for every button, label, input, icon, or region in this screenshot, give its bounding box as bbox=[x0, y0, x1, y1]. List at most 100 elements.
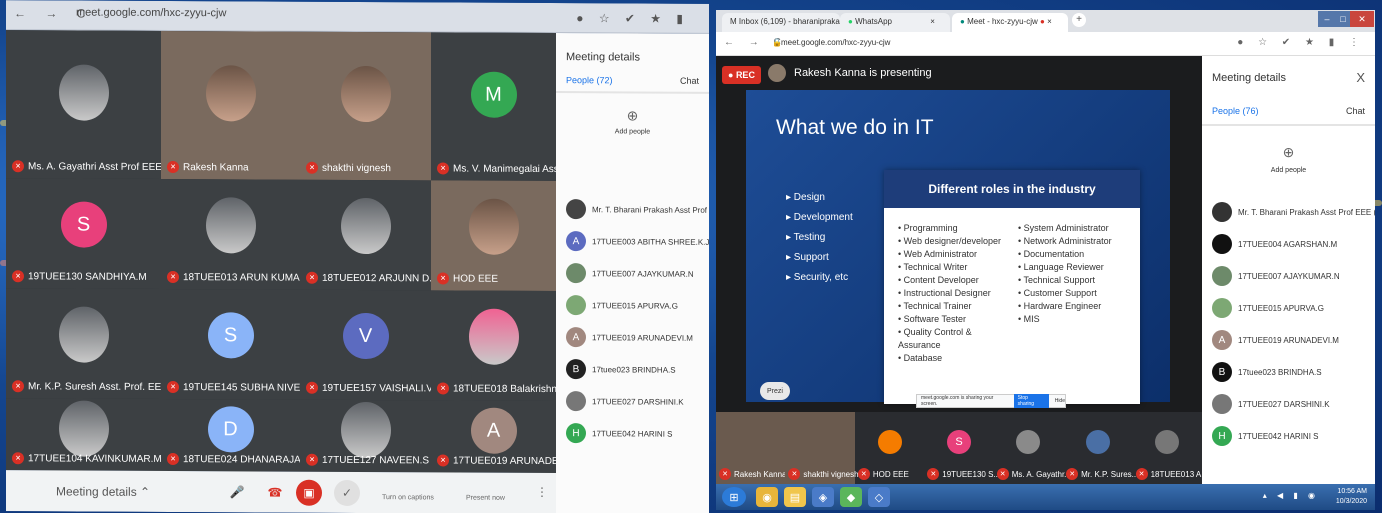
tab-whatsapp[interactable]: ● WhatsApp × bbox=[840, 13, 950, 32]
tab-meet[interactable]: ● Meet - hxc-zyyu-cjw ● × bbox=[952, 13, 1068, 32]
maximize-button[interactable]: □ bbox=[1336, 11, 1350, 27]
screen-share-notice: meet.google.com is sharing your screen. … bbox=[916, 394, 1066, 408]
list-item[interactable]: 17TUEE015 APURVA.G bbox=[556, 289, 709, 322]
chrome-icon[interactable]: ◉ bbox=[756, 487, 778, 507]
participant-tile: ✕ HOD EEE bbox=[855, 412, 924, 484]
participant-name: 17TUEE007 AJAYKUMAR.N bbox=[592, 268, 694, 279]
tab-people[interactable]: People (76) bbox=[1212, 106, 1259, 116]
avatar: D bbox=[207, 406, 254, 453]
list-item[interactable]: 17TUEE015 APURVA.G bbox=[1202, 292, 1375, 324]
add-people-button[interactable]: ⊕ Add people bbox=[1202, 144, 1375, 174]
present-now-button[interactable]: Present now bbox=[466, 495, 505, 502]
list-item[interactable]: 17TUEE004 AGARSHAN.M bbox=[1202, 228, 1375, 260]
captions-button[interactable]: Turn on captions bbox=[382, 494, 434, 501]
participant-tile: ✕ Rakesh Kanna bbox=[161, 30, 300, 180]
system-tray-icons[interactable]: ▴ ◀ ▮ ◉ bbox=[1263, 491, 1319, 500]
extensions-icon[interactable]: ● ☆ ✔ ★ ▮ ⋮ bbox=[1237, 37, 1365, 48]
list-item: Programming bbox=[898, 222, 1016, 235]
minimize-button[interactable]: – bbox=[1318, 11, 1336, 27]
list-item[interactable]: 17TUEE027 DARSHINI.K bbox=[556, 385, 709, 418]
participant-label: ✕ 18TUEE012 ARJUNN D. bbox=[306, 271, 431, 285]
tab-chat[interactable]: Chat bbox=[1346, 106, 1365, 116]
list-item[interactable]: H 17TUEE042 HARINI S bbox=[556, 417, 709, 450]
list-item[interactable]: B 17tuee023 BRINDHA.S bbox=[556, 353, 709, 386]
avatar bbox=[468, 198, 519, 256]
list-item[interactable]: Mr. T. Bharani Prakash Asst Prof EEE (..… bbox=[1202, 196, 1375, 228]
address-bar[interactable]: meet.google.com/hxc-zyyu-cjw bbox=[781, 38, 890, 47]
participant-name: 17tuee023 BRINDHA.S bbox=[1238, 367, 1322, 377]
browser-toolbar: ← → C 🔒 meet.google.com/hxc-zyyu-cjw ● ☆… bbox=[716, 32, 1375, 56]
participant-name: 19TUEE145 SUBHA NIVETHAA.R bbox=[183, 381, 300, 394]
meeting-controls-bar: Meeting details ⌃ 🎤 ☎ ▣ ✓ Turn on captio… bbox=[6, 470, 556, 513]
close-icon[interactable]: × bbox=[930, 17, 935, 26]
mic-icon[interactable]: 🎤 bbox=[224, 479, 250, 505]
explorer-icon[interactable]: ▤ bbox=[784, 487, 806, 507]
avatar bbox=[58, 64, 109, 121]
camera-off-button[interactable]: ▣ bbox=[296, 479, 322, 506]
list-item: System Administrator bbox=[1018, 222, 1140, 235]
avatar: V bbox=[342, 313, 389, 360]
mic-off-icon: ✕ bbox=[437, 454, 449, 467]
list-item[interactable]: A 17TUEE003 ABITHA SHREE.K.J bbox=[556, 225, 709, 258]
mic-off-icon: ✕ bbox=[306, 453, 318, 466]
participant-name: 17TUEE019 ARUNADEVI.M bbox=[1238, 335, 1339, 345]
list-item[interactable]: A 17TUEE019 ARUNADEVI.M bbox=[556, 321, 709, 354]
raise-hand-button[interactable]: ✓ bbox=[334, 479, 360, 507]
list-item: Technical Trainer bbox=[898, 300, 1016, 313]
participant-label: ✕ HOD EEE bbox=[437, 272, 499, 285]
hangup-button[interactable]: ☎ bbox=[262, 479, 288, 505]
participant-tile: ✕ 18TUEE012 ARJUNN D. bbox=[300, 179, 431, 291]
list-item[interactable]: Mr. T. Bharani Prakash Asst Prof EEE ( bbox=[556, 193, 709, 226]
list-item: ▸ Testing bbox=[786, 232, 826, 243]
list-item[interactable]: 17TUEE007 AJAYKUMAR.N bbox=[1202, 260, 1375, 292]
participant-tile: ✕ shakthi vignesh bbox=[785, 412, 859, 484]
list-item[interactable]: B 17tuee023 BRINDHA.S bbox=[1202, 356, 1375, 388]
participant-name: 17tuee023 BRINDHA.S bbox=[592, 364, 676, 375]
avatar: S bbox=[207, 312, 254, 359]
start-button[interactable]: ⊞ bbox=[722, 487, 746, 507]
mic-off-icon: ✕ bbox=[306, 271, 318, 284]
meeting-details-button[interactable]: Meeting details ⌃ bbox=[56, 484, 150, 498]
add-person-icon: ⊕ bbox=[626, 107, 639, 124]
app-icon[interactable]: ◈ bbox=[812, 487, 834, 507]
avatar: S bbox=[946, 430, 971, 454]
tab-inbox[interactable]: M Inbox (6,109) - bharaniprakash@ × bbox=[722, 13, 863, 32]
new-tab-button[interactable]: + bbox=[1072, 13, 1086, 27]
more-options-icon[interactable]: ⋮ bbox=[536, 485, 548, 499]
hide-button[interactable]: Hide bbox=[1055, 398, 1065, 404]
participant-name: 17TUEE007 AJAYKUMAR.N bbox=[1238, 271, 1340, 281]
slide-bullet-list: ▸ Design ▸ Development ▸ Testing ▸ Support ▸… bbox=[786, 188, 853, 288]
participant-name: HOD EEE bbox=[453, 273, 499, 285]
address-bar[interactable]: meet.google.com/hxc-zyyu-cjw bbox=[76, 7, 226, 20]
tab-people[interactable]: People (72) bbox=[566, 75, 613, 85]
app-icon[interactable]: ◆ bbox=[840, 487, 862, 507]
clock-time: 10:56 AM bbox=[1337, 488, 1367, 495]
list-item[interactable]: 17TUEE027 DARSHINI.K bbox=[1202, 388, 1375, 420]
system-clock[interactable]: 10:56 AM 10/3/2020 bbox=[1336, 487, 1367, 507]
avatar: B bbox=[566, 359, 586, 380]
extensions-icon[interactable]: ● ☆ ✔ ★ ▮ bbox=[576, 11, 689, 26]
participant-tile: S ✕ 19TUEE130 SANDHIYA.M bbox=[6, 178, 161, 289]
participant-tile: ✕ Mr. K.P. Sures... bbox=[1063, 412, 1138, 484]
list-item[interactable]: 17TUEE007 AJAYKUMAR.N bbox=[556, 257, 709, 290]
add-people-button[interactable]: ⊕ Add people bbox=[556, 107, 709, 136]
tab-chat[interactable]: Chat bbox=[680, 76, 699, 86]
list-item[interactable]: A 17TUEE019 ARUNADEVI.M bbox=[1202, 324, 1375, 356]
list-item: Web Administrator bbox=[898, 248, 1016, 261]
list-item[interactable]: H 17TUEE042 HARINI S bbox=[1202, 420, 1375, 452]
close-window-button[interactable]: ✕ bbox=[1350, 11, 1374, 27]
participant-tile: ✕ Ms. A. Gayathri Asst Prof EEE bbox=[6, 30, 161, 179]
stop-sharing-button[interactable]: Stop sharing bbox=[1013, 394, 1049, 408]
participant-name: Mr. K.P. Sures... bbox=[1081, 469, 1139, 479]
participant-label: ✕ 19TUEE130 SANDHIYA.M bbox=[12, 270, 147, 283]
app-icon[interactable]: ◇ bbox=[868, 487, 890, 507]
avatar bbox=[566, 199, 586, 220]
meeting-details-panel: Meeting details People (72) Chat ⊕ Add p… bbox=[556, 33, 709, 513]
people-list: Mr. T. Bharani Prakash Asst Prof EEE (..… bbox=[1202, 196, 1375, 452]
participant-name: Mr. T. Bharani Prakash Asst Prof EEE (..… bbox=[1238, 207, 1375, 217]
clock-date: 10/3/2020 bbox=[1335, 498, 1367, 505]
close-icon[interactable]: X bbox=[1356, 70, 1365, 85]
participant-label: ✕ 18TUEE018 Balakrishnan M bbox=[437, 382, 556, 395]
close-icon[interactable]: × bbox=[1047, 17, 1052, 26]
participant-label: ✕ 17TUEE127 NAVEEN.S bbox=[306, 453, 429, 467]
